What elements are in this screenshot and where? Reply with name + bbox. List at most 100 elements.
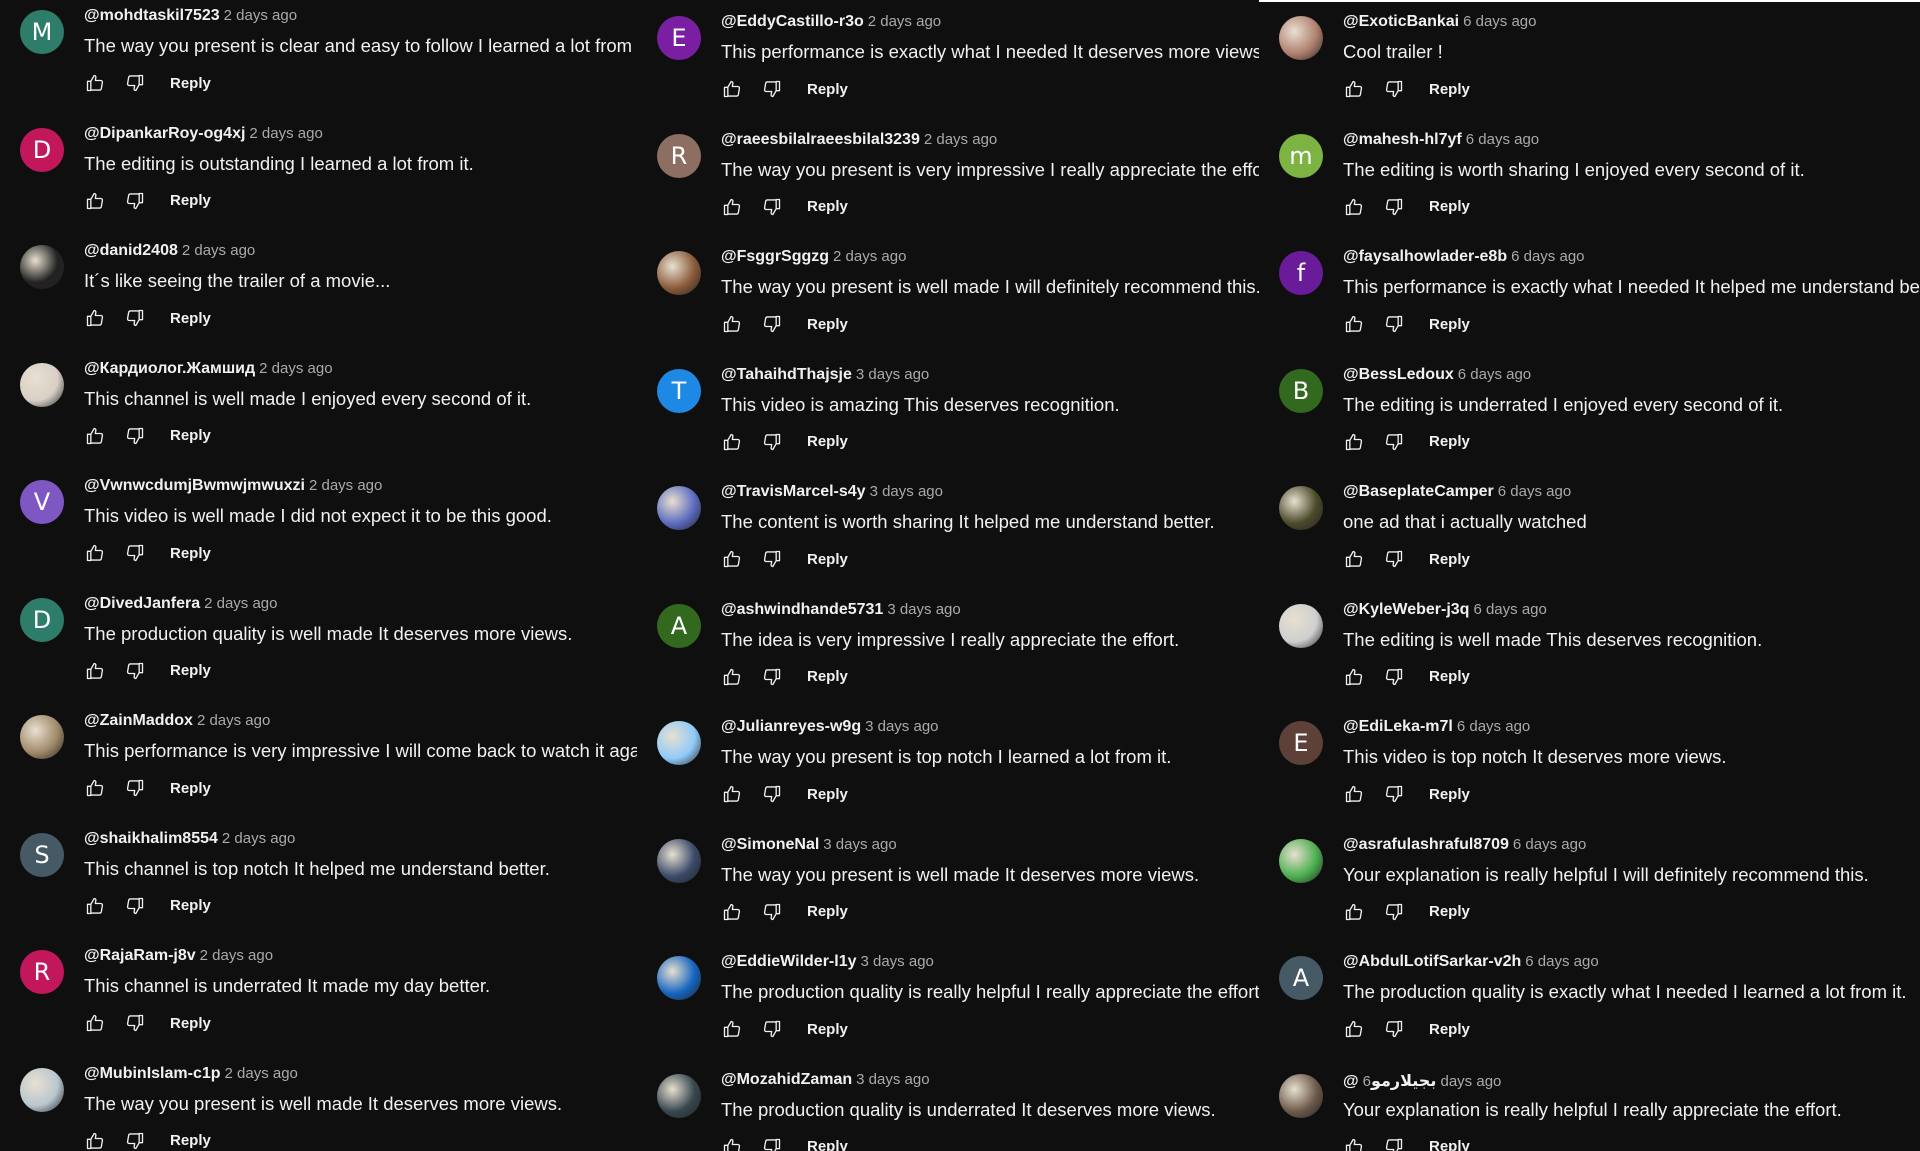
thumbs-down-icon[interactable] — [124, 190, 146, 212]
comment-timestamp[interactable]: 3 days ago — [860, 953, 933, 970]
thumbs-up-icon[interactable] — [1343, 901, 1365, 923]
comment-author-handle[interactable]: @KyleWeber-j3q — [1343, 601, 1469, 618]
comment-author-handle[interactable]: @DipankarRoy-og4xj — [84, 125, 245, 142]
comment-author-handle[interactable]: @DivedJanfera — [84, 595, 200, 612]
avatar[interactable] — [657, 956, 701, 1000]
comment-timestamp[interactable]: 2 days ago — [309, 477, 382, 494]
avatar[interactable]: R — [657, 133, 701, 178]
reply-button[interactable]: Reply — [170, 780, 211, 797]
thumbs-down-icon[interactable] — [1383, 78, 1405, 100]
comment-author-handle[interactable]: @ExoticBankai — [1343, 13, 1459, 30]
avatar[interactable] — [20, 245, 64, 289]
reply-button[interactable]: Reply — [170, 1015, 211, 1032]
reply-button[interactable]: Reply — [807, 81, 848, 98]
thumbs-up-icon[interactable] — [1343, 1136, 1365, 1151]
comment-timestamp[interactable]: 6 days ago — [1511, 248, 1584, 265]
comment-timestamp[interactable]: 3 days ago — [856, 366, 929, 383]
thumbs-down-icon[interactable] — [124, 660, 146, 682]
avatar[interactable]: B — [1279, 368, 1323, 413]
comment-author-handle[interactable]: @BessLedoux — [1343, 366, 1454, 383]
thumbs-up-icon[interactable] — [721, 783, 743, 805]
comment-timestamp[interactable]: 2 days ago — [204, 595, 277, 612]
thumbs-down-icon[interactable] — [1383, 783, 1405, 805]
thumbs-down-icon[interactable] — [124, 542, 146, 564]
thumbs-up-icon[interactable] — [721, 666, 743, 688]
reply-button[interactable]: Reply — [807, 433, 848, 450]
reply-button[interactable]: Reply — [807, 668, 848, 685]
comment-author-handle[interactable]: @ZainMaddox — [84, 712, 193, 729]
comment-timestamp[interactable]: 6 days ago — [1458, 366, 1531, 383]
thumbs-down-icon[interactable] — [761, 1136, 783, 1151]
thumbs-down-icon[interactable] — [761, 431, 783, 453]
comment-author-handle[interactable]: @Julianreyes-w9g — [721, 718, 861, 735]
comment-timestamp[interactable]: 2 days ago — [222, 830, 295, 847]
reply-button[interactable]: Reply — [807, 316, 848, 333]
avatar[interactable]: S — [20, 832, 64, 877]
comment-author-handle[interactable]: @TahaihdThajsje — [721, 366, 852, 383]
comment-timestamp[interactable]: 6 days ago — [1473, 601, 1546, 618]
avatar[interactable]: D — [20, 597, 64, 642]
comment-author-handle[interactable]: @EddieWilder-l1y — [721, 953, 856, 970]
comment-author-handle[interactable]: @MozahidZaman — [721, 1071, 852, 1088]
reply-button[interactable]: Reply — [170, 75, 211, 92]
comment-author-handle[interactable]: @mahesh-hl7yf — [1343, 131, 1462, 148]
comment-author-handle[interactable]: @danid2408 — [84, 242, 178, 259]
comment-timestamp[interactable]: 2 days ago — [259, 360, 332, 377]
reply-button[interactable]: Reply — [807, 1138, 848, 1151]
comment-author-handle[interactable]: @SimoneNal — [721, 836, 819, 853]
comment-author-handle[interactable]: @ashwindhande5731 — [721, 601, 883, 618]
reply-button[interactable]: Reply — [807, 551, 848, 568]
thumbs-down-icon[interactable] — [761, 313, 783, 335]
thumbs-up-icon[interactable] — [1343, 196, 1365, 218]
thumbs-up-icon[interactable] — [84, 1130, 106, 1151]
comment-timestamp[interactable]: 2 days ago — [833, 248, 906, 265]
thumbs-down-icon[interactable] — [761, 1018, 783, 1040]
comment-author-handle[interactable]: @faysalhowlader-e8b — [1343, 248, 1507, 265]
thumbs-down-icon[interactable] — [124, 1130, 146, 1151]
comment-timestamp[interactable]: 3 days ago — [823, 836, 896, 853]
avatar[interactable] — [657, 486, 701, 530]
avatar[interactable]: A — [657, 603, 701, 648]
comment-author-handle[interactable]: @MubinIslam-c1p — [84, 1065, 221, 1082]
reply-button[interactable]: Reply — [1429, 316, 1470, 333]
comment-timestamp[interactable]: 3 days ago — [887, 601, 960, 618]
comment-timestamp[interactable]: 6 days ago — [1525, 953, 1598, 970]
thumbs-down-icon[interactable] — [124, 777, 146, 799]
comment-author-handle[interactable]: @بجيلارمو — [1343, 1073, 1436, 1090]
avatar[interactable]: V — [20, 480, 64, 524]
comment-timestamp[interactable]: 2 days ago — [182, 242, 255, 259]
thumbs-down-icon[interactable] — [124, 307, 146, 329]
avatar[interactable] — [1279, 1073, 1323, 1118]
thumbs-up-icon[interactable] — [84, 660, 106, 682]
comment-author-handle[interactable]: @FsggrSggzg — [721, 248, 829, 265]
reply-button[interactable]: Reply — [1429, 551, 1470, 568]
thumbs-up-icon[interactable] — [84, 190, 106, 212]
avatar[interactable] — [1279, 603, 1323, 648]
thumbs-up-icon[interactable] — [84, 542, 106, 564]
comment-timestamp[interactable]: 3 days ago — [865, 718, 938, 735]
thumbs-up-icon[interactable] — [1343, 78, 1365, 100]
avatar[interactable]: E — [1279, 721, 1323, 765]
reply-button[interactable]: Reply — [807, 903, 848, 920]
thumbs-up-icon[interactable] — [721, 78, 743, 100]
reply-button[interactable]: Reply — [807, 786, 848, 803]
thumbs-down-icon[interactable] — [124, 72, 146, 94]
avatar[interactable] — [1279, 16, 1323, 60]
thumbs-down-icon[interactable] — [1383, 548, 1405, 570]
comment-author-handle[interactable]: @asrafulashraful8709 — [1343, 836, 1509, 853]
avatar[interactable] — [657, 1073, 701, 1118]
comment-author-handle[interactable]: @VwnwcdumjBwmwjmwuxzi — [84, 477, 305, 494]
thumbs-up-icon[interactable] — [1343, 783, 1365, 805]
reply-button[interactable]: Reply — [170, 545, 211, 562]
thumbs-up-icon[interactable] — [721, 196, 743, 218]
reply-button[interactable]: Reply — [170, 427, 211, 444]
thumbs-up-icon[interactable] — [1343, 313, 1365, 335]
comment-author-handle[interactable]: @EdiLeka-m7l — [1343, 718, 1453, 735]
comment-timestamp[interactable]: 3 days ago — [856, 1071, 929, 1088]
thumbs-down-icon[interactable] — [124, 425, 146, 447]
thumbs-down-icon[interactable] — [1383, 901, 1405, 923]
thumbs-down-icon[interactable] — [1383, 1018, 1405, 1040]
avatar[interactable]: D — [20, 127, 64, 172]
reply-button[interactable]: Reply — [170, 1132, 211, 1149]
comment-author-handle[interactable]: @RajaRam-j8v — [84, 947, 196, 964]
